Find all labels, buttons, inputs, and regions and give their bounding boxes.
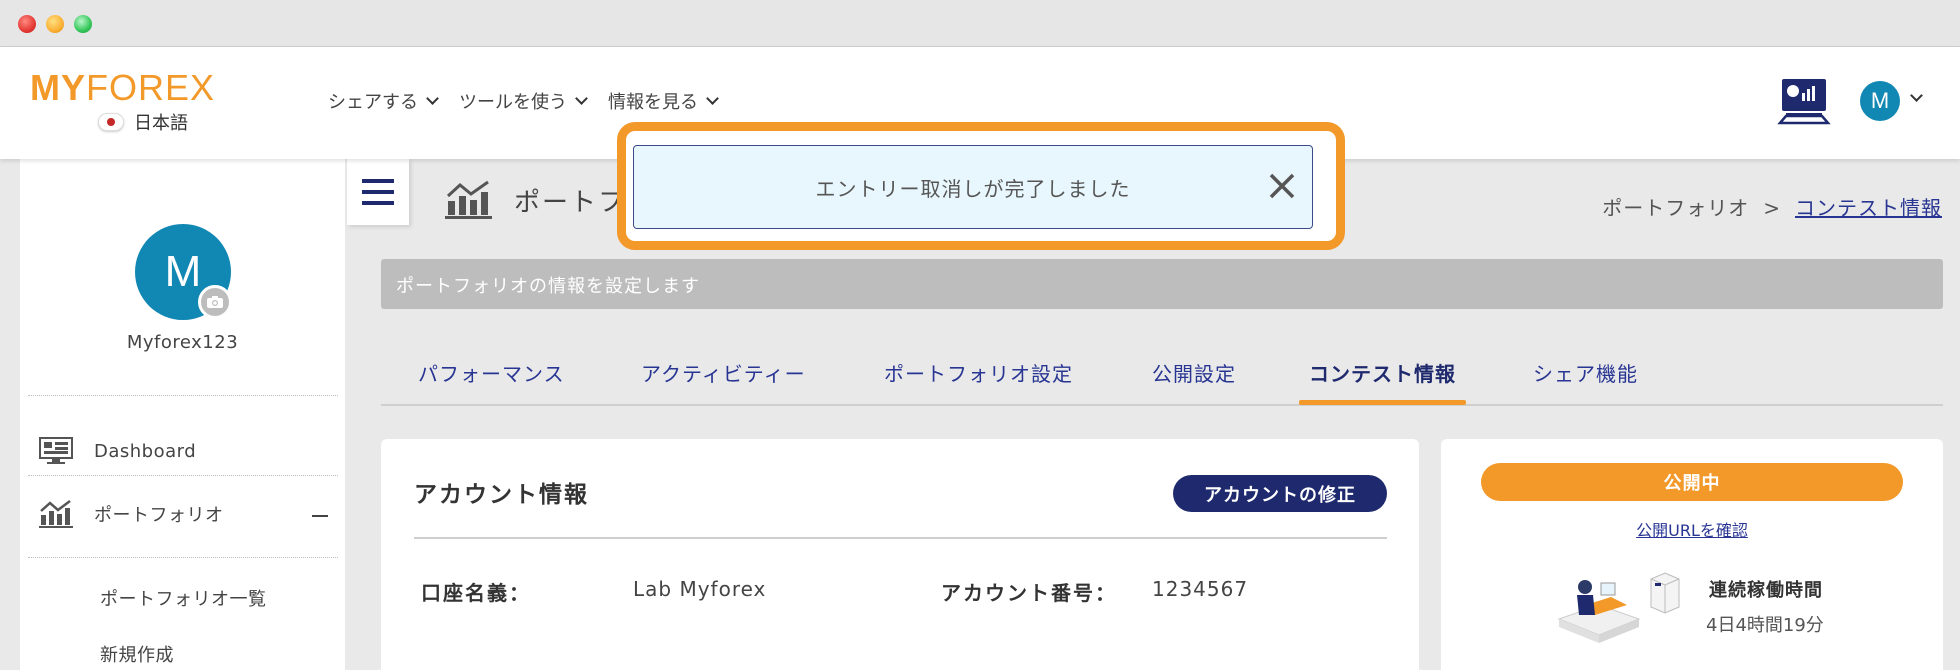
tab-share[interactable]: シェア機能 — [1533, 358, 1638, 387]
nav-share[interactable]: シェアする — [328, 88, 439, 114]
trader-illustration-icon — [1557, 572, 1680, 643]
hamburger-menu-icon[interactable] — [347, 159, 409, 225]
sidebar-subitem-new[interactable]: 新規作成 — [100, 641, 174, 667]
tab-performance[interactable]: パフォーマンス — [418, 358, 565, 387]
camera-icon[interactable] — [198, 285, 232, 319]
chevron-down-icon — [575, 92, 588, 105]
profile-username: Myforex123 — [126, 332, 239, 353]
toast-notification: エントリー取消しが完了しました — [633, 145, 1313, 229]
close-window-button[interactable] — [18, 15, 36, 33]
chart-icon — [445, 180, 492, 219]
toast-message: エントリー取消しが完了しました — [815, 176, 1131, 201]
breadcrumb: ポートフォリオ > コンテスト情報 — [1602, 192, 1942, 221]
monitor-icon — [39, 437, 73, 464]
divider — [28, 395, 338, 396]
user-avatar[interactable]: M — [1860, 81, 1900, 121]
divider — [414, 537, 1387, 539]
divider — [28, 475, 338, 476]
uptime-value: 4日4時間19分 — [1706, 615, 1824, 636]
account-name-label: 口座名義： — [421, 581, 531, 605]
presentation-board-icon[interactable] — [1776, 77, 1834, 125]
sidebar: M Myforex123 Dashboard ポートフォリオ ポートフォリオ一覧 — [20, 159, 345, 670]
nav-tools[interactable]: ツールを使う — [459, 88, 588, 114]
toast-highlight: エントリー取消しが完了しました — [617, 122, 1345, 250]
sidebar-subitem-portfolio-list[interactable]: ポートフォリオ一覧 — [100, 585, 267, 611]
myforex-logo[interactable]: MYFOREX — [30, 67, 215, 108]
language-label: 日本語 — [134, 113, 188, 134]
tab-contest-info[interactable]: コンテスト情報 — [1299, 358, 1466, 405]
account-card-title: アカウント情報 — [414, 482, 589, 508]
tab-bar: パフォーマンス アクティビティー ポートフォリオ設定 公開設定 コンテスト情報 … — [381, 350, 1943, 406]
status-card: 公開中 公開URLを確認 連続稼働時間 4日4時間19分 — [1441, 439, 1943, 670]
chevron-down-icon — [706, 92, 719, 105]
tab-portfolio-settings[interactable]: ポートフォリオ設定 — [884, 358, 1073, 387]
window-titlebar — [0, 0, 1960, 47]
sidebar-item-dashboard[interactable]: Dashboard — [38, 436, 196, 466]
edit-account-button[interactable]: アカウントの修正 — [1173, 475, 1387, 512]
language-selector[interactable]: 日本語 — [98, 109, 188, 135]
maximize-window-button[interactable] — [74, 15, 92, 33]
tab-activity[interactable]: アクティビティー — [641, 358, 806, 387]
account-number-label: アカウント番号： — [941, 581, 1117, 605]
breadcrumb-parent[interactable]: ポートフォリオ — [1602, 196, 1749, 220]
chart-icon — [39, 500, 73, 528]
tab-public-settings[interactable]: 公開設定 — [1152, 358, 1236, 387]
public-url-link[interactable]: 公開URLを確認 — [1441, 517, 1943, 541]
account-number-value: 1234567 — [1152, 577, 1249, 601]
uptime-label: 連続稼働時間 — [1709, 580, 1823, 601]
divider — [28, 557, 338, 558]
minimize-window-button[interactable] — [46, 15, 64, 33]
public-status-button[interactable]: 公開中 — [1481, 463, 1903, 501]
breadcrumb-current[interactable]: コンテスト情報 — [1795, 196, 1942, 220]
chevron-down-icon — [426, 92, 439, 105]
chevron-down-icon[interactable] — [1910, 89, 1923, 102]
account-info-card: アカウント情報 アカウントの修正 口座名義： Lab Myforex アカウント… — [381, 439, 1419, 670]
japan-flag-icon — [98, 113, 124, 131]
page-description: ポートフォリオの情報を設定します — [381, 259, 1943, 309]
close-icon[interactable] — [1262, 166, 1302, 206]
sidebar-item-portfolio[interactable]: ポートフォリオ — [38, 499, 224, 529]
breadcrumb-separator: > — [1763, 196, 1781, 220]
nav-info[interactable]: 情報を見る — [608, 88, 719, 114]
main-nav: シェアする ツールを使う 情報を見る — [328, 88, 719, 114]
account-name-value: Lab Myforex — [633, 577, 767, 601]
collapse-icon[interactable] — [312, 515, 328, 517]
